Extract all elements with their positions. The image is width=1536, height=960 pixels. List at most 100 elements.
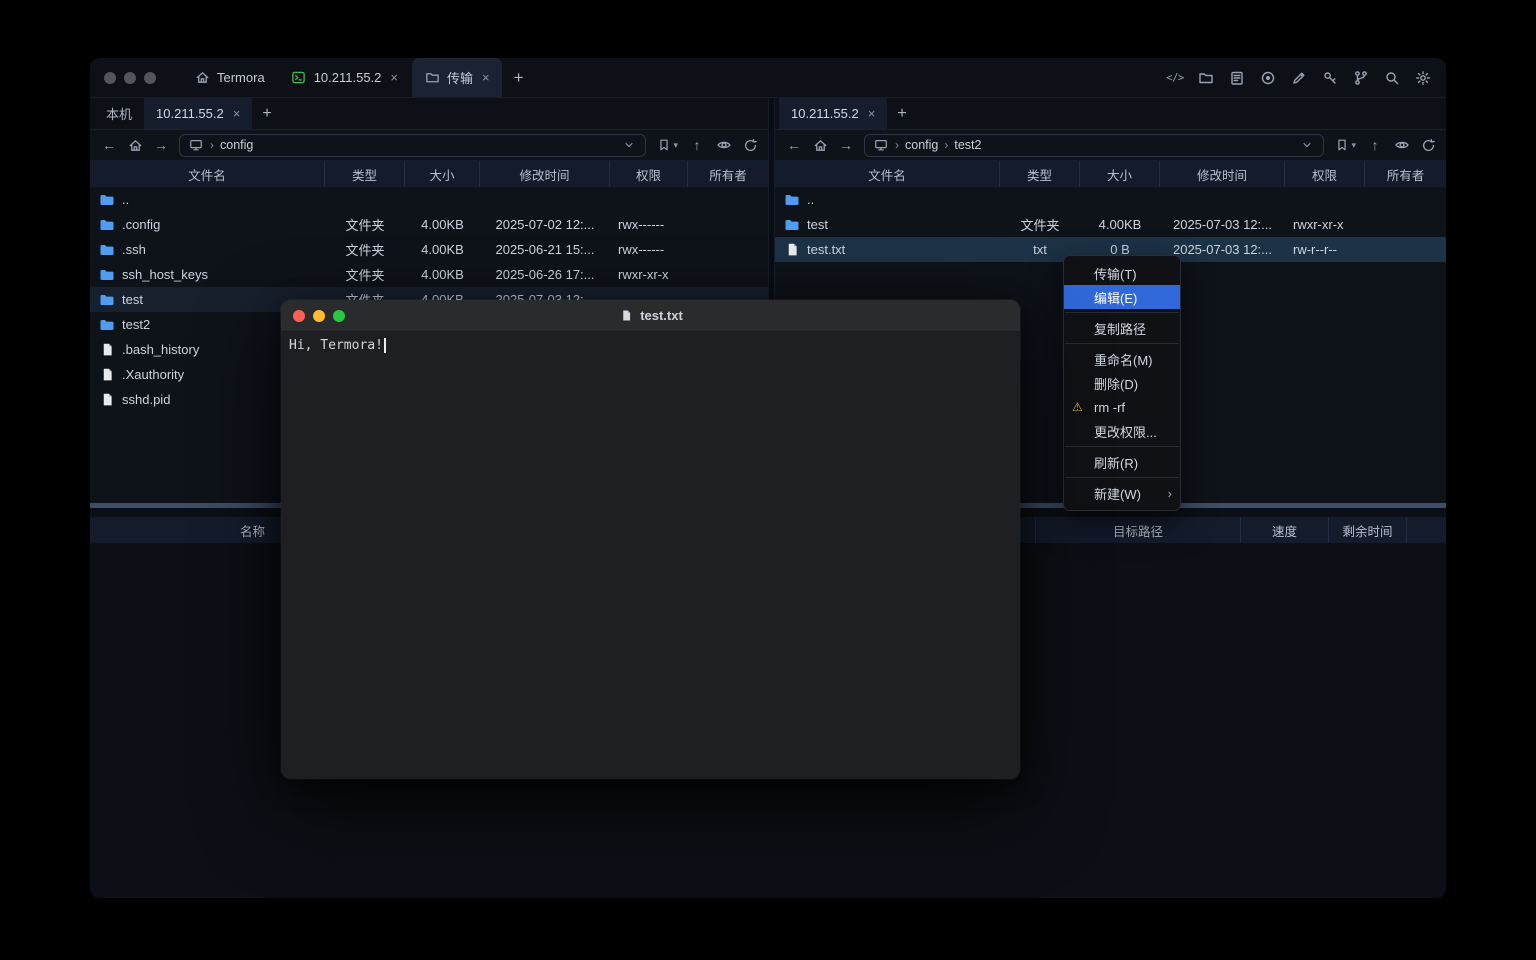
home-button[interactable]	[812, 137, 828, 153]
close-window-button[interactable]	[293, 310, 305, 322]
file-row[interactable]: .ssh 文件夹 4.00KB 2025-06-21 15:... rwx---…	[90, 237, 768, 262]
menu-item-label: 编辑(E)	[1094, 288, 1137, 307]
menu-item-copy-path[interactable]: 复制路径	[1064, 316, 1180, 340]
close-window-button[interactable]	[104, 72, 116, 84]
column-header[interactable]: 剩余时间	[1328, 517, 1406, 543]
menu-item-rm-rf[interactable]: ⚠rm -rf	[1064, 395, 1180, 419]
folder-icon[interactable]	[1197, 69, 1215, 87]
column-header[interactable]: 权限	[1285, 161, 1365, 187]
tab-remote-host[interactable]: 10.211.55.2 ×	[144, 98, 252, 129]
parent-dir-button[interactable]: ↑	[1366, 137, 1384, 153]
menu-item-edit[interactable]: 编辑(E)	[1064, 285, 1180, 309]
column-header[interactable]: 修改时间	[480, 161, 610, 187]
key-icon[interactable]	[1321, 69, 1339, 87]
record-icon[interactable]	[1259, 69, 1277, 87]
chevron-down-icon[interactable]	[621, 137, 637, 153]
new-panel-tab-button[interactable]: +	[887, 98, 916, 129]
parent-dir-button[interactable]: ↑	[688, 137, 706, 153]
home-button[interactable]	[127, 137, 143, 153]
tab-remote-host[interactable]: 10.211.55.2 ×	[779, 98, 887, 129]
window-controls[interactable]	[104, 72, 156, 84]
column-header[interactable]: 类型	[325, 161, 405, 187]
branch-icon[interactable]	[1352, 69, 1370, 87]
close-tab-icon[interactable]: ×	[482, 70, 490, 85]
file-name: test	[122, 292, 143, 307]
minimize-window-button[interactable]	[313, 310, 325, 322]
file-row[interactable]: ..	[775, 187, 1446, 212]
folder-icon	[99, 292, 115, 308]
refresh-button[interactable]	[742, 137, 758, 153]
menu-item-transfer[interactable]: 传输(T)	[1064, 261, 1180, 285]
menu-item-change-permissions[interactable]: 更改权限...	[1064, 419, 1180, 443]
close-tab-icon[interactable]: ×	[868, 106, 876, 121]
file-row[interactable]: ..	[90, 187, 768, 212]
file-row[interactable]: ssh_host_keys 文件夹 4.00KB 2025-06-26 17:.…	[90, 262, 768, 287]
code-icon[interactable]: </>	[1166, 69, 1184, 87]
close-tab-icon[interactable]: ×	[390, 70, 398, 85]
tab-transfer[interactable]: 传输 ×	[412, 58, 502, 97]
refresh-button[interactable]	[1420, 137, 1436, 153]
right-path-bar[interactable]: › config › test2	[864, 134, 1324, 157]
column-header[interactable]: 目标路径	[1035, 517, 1240, 543]
column-header[interactable]: 权限	[610, 161, 688, 187]
back-button[interactable]: ←	[785, 137, 803, 153]
new-tab-button[interactable]: +	[504, 58, 534, 97]
editor-content[interactable]: Hi, Termora!	[281, 332, 1020, 359]
minimize-window-button[interactable]	[124, 72, 136, 84]
show-hidden-eye-button[interactable]	[1394, 137, 1410, 153]
file-name: sshd.pid	[122, 392, 170, 407]
file-name: ..	[807, 192, 814, 207]
home-icon	[194, 70, 210, 86]
chevron-down-icon[interactable]	[1299, 137, 1315, 153]
maximize-window-button[interactable]	[144, 72, 156, 84]
column-header[interactable]: 所有者	[688, 161, 768, 187]
menu-item-new[interactable]: 新建(W)›	[1064, 481, 1180, 505]
menu-item-label: 重命名(M)	[1094, 350, 1153, 369]
file-icon	[784, 242, 800, 258]
new-panel-tab-button[interactable]: +	[252, 98, 281, 129]
editor-title: test.txt	[281, 308, 1020, 324]
column-header[interactable]: 大小	[1080, 161, 1160, 187]
file-name: .ssh	[122, 242, 146, 257]
cell-owner	[688, 187, 768, 212]
maximize-window-button[interactable]	[333, 310, 345, 322]
column-header[interactable]: 大小	[405, 161, 480, 187]
cell-size: 4.00KB	[405, 237, 480, 262]
menu-item-refresh[interactable]: 刷新(R)	[1064, 450, 1180, 474]
file-name: .Xauthority	[122, 367, 184, 382]
tab-ssh-session[interactable]: 10.211.55.2 ×	[279, 58, 410, 97]
breadcrumb-separator: ›	[895, 138, 899, 152]
left-path-bar[interactable]: › config	[179, 134, 646, 157]
column-header[interactable]: 类型	[1000, 161, 1080, 187]
editor-window-controls[interactable]	[293, 310, 345, 322]
forward-button[interactable]: →	[152, 137, 170, 153]
back-button[interactable]: ←	[100, 137, 118, 153]
column-header[interactable]: 速度	[1240, 517, 1328, 543]
folder-icon	[784, 192, 800, 208]
file-row[interactable]: test 文件夹 4.00KB 2025-07-03 12:... rwxr-x…	[775, 212, 1446, 237]
file-name: test.txt	[807, 242, 845, 257]
editor-titlebar[interactable]: test.txt	[281, 300, 1020, 332]
close-tab-icon[interactable]: ×	[233, 106, 241, 121]
cell-modified: 2025-07-03 12:...	[1160, 212, 1285, 237]
column-header[interactable]: 所有者	[1365, 161, 1446, 187]
file-row[interactable]: .config 文件夹 4.00KB 2025-07-02 12:... rwx…	[90, 212, 768, 237]
menu-item-rename[interactable]: 重命名(M)	[1064, 347, 1180, 371]
tab-local[interactable]: 本机	[94, 98, 144, 129]
menu-item-delete[interactable]: 删除(D)	[1064, 371, 1180, 395]
bookmark-button[interactable]: ▾	[657, 138, 678, 152]
breadcrumb-segment[interactable]: config	[905, 138, 938, 152]
breadcrumb-segment[interactable]: test2	[954, 138, 981, 152]
search-icon[interactable]	[1383, 69, 1401, 87]
column-header[interactable]: 文件名	[90, 161, 325, 187]
breadcrumb-segment[interactable]: config	[220, 138, 253, 152]
show-hidden-eye-button[interactable]	[716, 137, 732, 153]
settings-icon[interactable]	[1414, 69, 1432, 87]
tab-termora-home[interactable]: Termora	[182, 58, 277, 97]
bookmark-button[interactable]: ▾	[1335, 138, 1356, 152]
edit-icon[interactable]	[1290, 69, 1308, 87]
column-header[interactable]: 修改时间	[1160, 161, 1285, 187]
column-header[interactable]: 文件名	[775, 161, 1000, 187]
forward-button[interactable]: →	[837, 137, 855, 153]
log-icon[interactable]	[1228, 69, 1246, 87]
